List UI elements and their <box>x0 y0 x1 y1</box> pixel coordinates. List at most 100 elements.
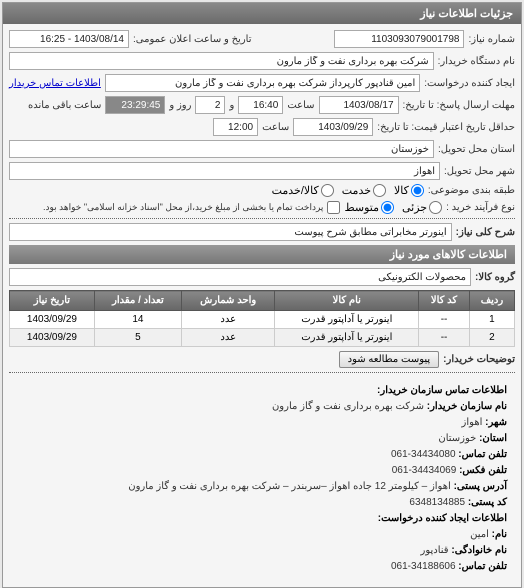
cprov-label: استان: <box>479 433 507 444</box>
remain-time-field <box>105 96 165 114</box>
separator-1 <box>9 218 515 219</box>
table-row[interactable]: 1 -- اینورتر یا آداپتور قدرت عدد 14 1403… <box>10 311 515 329</box>
radio-medium[interactable]: متوسط <box>344 201 394 214</box>
fname-value: امین <box>470 529 489 540</box>
cphone2-label: تلفن تماس: <box>458 561 507 572</box>
announce-label: تاریخ و ساعت اعلان عمومی: <box>133 34 252 45</box>
table-row[interactable]: 2 -- اینورتر یا آداپتور قدرت عدد 5 1403/… <box>10 329 515 347</box>
radio-goods[interactable]: کالا <box>394 184 424 197</box>
ccity-label: شهر: <box>485 417 507 428</box>
radio-service-input[interactable] <box>373 184 386 197</box>
deadline-date-field[interactable] <box>319 96 399 114</box>
radio-goods-service-input[interactable] <box>321 184 334 197</box>
cell: 1403/09/29 <box>10 329 95 347</box>
lname-value: قنادپور <box>421 545 449 556</box>
cpostal-value: 6348134885 <box>409 497 465 508</box>
fname-label: نام: <box>492 529 507 540</box>
attachment-button[interactable]: پیوست مطالعه شود <box>339 351 440 368</box>
cprov-value: خوزستان <box>438 433 476 444</box>
radio-service-label: خدمت <box>342 184 371 197</box>
radio-goods-input[interactable] <box>411 184 424 197</box>
contact-heading: اطلاعات تماس سازمان خریدار: <box>377 385 507 396</box>
days-field[interactable] <box>195 96 225 114</box>
need-no-field[interactable] <box>334 30 464 48</box>
radio-service[interactable]: خدمت <box>342 184 386 197</box>
radio-medium-input[interactable] <box>381 201 394 214</box>
subject-type-group: کالا خدمت کالا/خدمت <box>272 184 424 197</box>
cell: 1403/09/29 <box>10 311 95 329</box>
items-table: ردیف کد کالا نام کالا واحد شمارش تعداد /… <box>9 290 515 347</box>
province-field[interactable] <box>9 140 434 158</box>
and-label: و <box>229 100 234 111</box>
th-qty: تعداد / مقدار <box>94 291 181 311</box>
desc-label: شرح کلی نیاز: <box>456 227 515 238</box>
cell: اینورتر یا آداپتور قدرت <box>275 311 419 329</box>
validity-time-field[interactable] <box>213 118 258 136</box>
cell: 1 <box>469 311 514 329</box>
group-field[interactable] <box>9 268 471 286</box>
need-no-label: شماره نیاز: <box>468 34 515 45</box>
buyer-org-label: نام دستگاه خریدار: <box>438 56 515 67</box>
cphone-label: تلفن تماس: <box>458 449 507 460</box>
separator-2 <box>9 372 515 373</box>
requester-label: ایجاد کننده درخواست: <box>424 78 515 89</box>
requester-field[interactable] <box>105 74 420 92</box>
group-label: گروه کالا: <box>475 272 515 283</box>
caddr-label: آدرس پستی: <box>454 481 507 492</box>
org-value: شرکت بهره برداری نفت و گاز مارون <box>272 401 424 412</box>
buyer-org-field[interactable] <box>9 52 434 70</box>
radio-medium-label: متوسط <box>344 201 379 214</box>
th-name: نام کالا <box>275 291 419 311</box>
form-area: شماره نیاز: تاریخ و ساعت اعلان عمومی: نا… <box>3 24 521 587</box>
cell: -- <box>419 311 470 329</box>
contact-heading2: اطلاعات ایجاد کننده درخواست: <box>378 513 507 524</box>
cfax-value: 34434069-061 <box>392 465 457 476</box>
lname-label: نام خانوادگی: <box>451 545 507 556</box>
radio-small-input[interactable] <box>429 201 442 214</box>
cphone-value: 34434080-061 <box>391 449 456 460</box>
subject-type-label: طبقه بندی موضوعی: <box>428 185 515 196</box>
validity-date-field[interactable] <box>293 118 373 136</box>
province-label: استان محل تحویل: <box>438 144 515 155</box>
need-details-panel: جزئیات اطلاعات نیاز شماره نیاز: تاریخ و … <box>2 2 522 588</box>
treasury-checkbox[interactable] <box>327 201 340 214</box>
th-unit: واحد شمارش <box>182 291 275 311</box>
table-header-row: ردیف کد کالا نام کالا واحد شمارش تعداد /… <box>10 291 515 311</box>
process-label: نوع فرآیند خرید : <box>446 202 515 213</box>
process-group: جزئی متوسط <box>344 201 442 214</box>
ccity-value: اهواز <box>462 417 483 428</box>
th-row: ردیف <box>469 291 514 311</box>
th-code: کد کالا <box>419 291 470 311</box>
deadline-label: مهلت ارسال پاسخ: تا تاریخ: <box>403 100 515 111</box>
desc-field[interactable] <box>9 223 452 241</box>
announce-field[interactable] <box>9 30 129 48</box>
cphone2-value: 34188606-061 <box>391 561 456 572</box>
cell: 2 <box>469 329 514 347</box>
process-note: پرداخت تمام یا بخشی از مبلغ خرید،از محل … <box>43 202 323 213</box>
cpostal-label: کد پستی: <box>468 497 507 508</box>
panel-title: جزئیات اطلاعات نیاز <box>3 3 521 24</box>
contact-link[interactable]: اطلاعات تماس خریدار <box>9 78 101 89</box>
city-label: شهر محل تحویل: <box>444 166 515 177</box>
city-field[interactable] <box>9 162 440 180</box>
cell: 14 <box>94 311 181 329</box>
cell: -- <box>419 329 470 347</box>
buyer-notes-label: توضیحات خریدار: <box>443 354 515 365</box>
caddr-value: اهواز – کیلومتر 12 جاده اهواز –سربندر – … <box>128 481 451 492</box>
radio-small-label: جزئی <box>402 201 427 214</box>
contact-info-block: اطلاعات تماس سازمان خریدار: نام سازمان خ… <box>9 377 515 581</box>
deadline-time-field[interactable] <box>238 96 283 114</box>
remain-label: ساعت باقی مانده <box>28 100 101 111</box>
time-label-1: ساعت <box>287 100 314 111</box>
items-section-title: اطلاعات کالاهای مورد نیاز <box>9 245 515 264</box>
days-label: روز و <box>169 100 191 111</box>
org-label: نام سازمان خریدار: <box>427 401 507 412</box>
radio-goods-service-label: کالا/خدمت <box>272 184 319 197</box>
radio-goods-label: کالا <box>394 184 409 197</box>
th-date: تاریخ نیاز <box>10 291 95 311</box>
cell: عدد <box>182 311 275 329</box>
cfax-label: تلفن فکس: <box>459 465 507 476</box>
cell: اینورتر یا آداپتور قدرت <box>275 329 419 347</box>
radio-small[interactable]: جزئی <box>402 201 442 214</box>
radio-goods-service[interactable]: کالا/خدمت <box>272 184 334 197</box>
